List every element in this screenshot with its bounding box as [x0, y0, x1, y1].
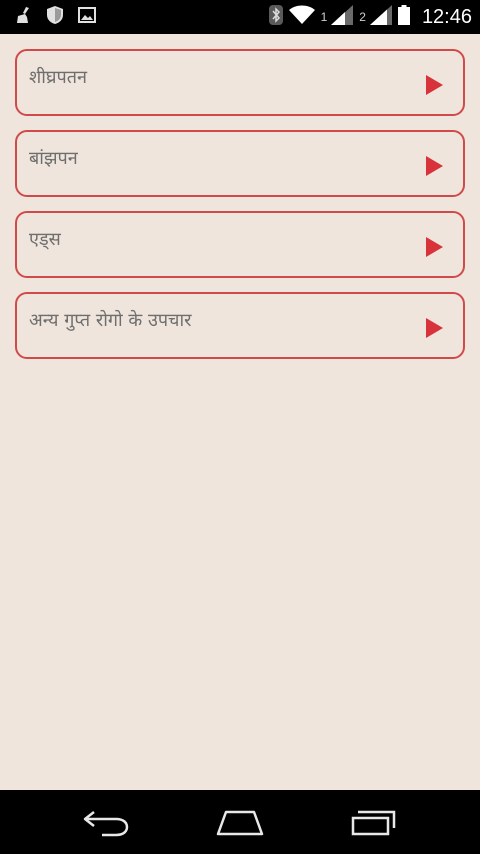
menu-item-label: बांझपन: [29, 148, 78, 169]
battery-icon: [397, 5, 410, 29]
image-icon: [78, 7, 96, 27]
navigation-bar: [0, 790, 480, 854]
menu-item-label: एड्स: [29, 229, 61, 250]
menu-item-infertility[interactable]: बांझपन: [15, 130, 465, 197]
wifi-icon: [288, 5, 315, 29]
notification-icons: [0, 5, 96, 29]
arrow-right-icon: [426, 318, 443, 338]
arrow-right-icon: [426, 75, 443, 95]
menu-item-other-treatments[interactable]: अन्य गुप्त रोगो के उपचार: [15, 292, 465, 359]
signal-icon: [369, 5, 392, 29]
arrow-right-icon: [426, 237, 443, 257]
menu-item-label: शीघ्रपतन: [29, 67, 88, 88]
broom-icon: [16, 6, 32, 28]
back-icon[interactable]: [82, 808, 130, 842]
home-icon[interactable]: [214, 808, 266, 842]
system-icons: 1 2 12:46: [268, 5, 480, 29]
arrow-right-icon: [426, 156, 443, 176]
signal-icon: [331, 5, 354, 29]
menu-item-premature-ejaculation[interactable]: शीघ्रपतन: [15, 49, 465, 116]
sim2-label: 2: [359, 10, 366, 24]
menu-item-label: अन्य गुप्त रोगो के उपचार: [29, 310, 192, 331]
status-clock: 12:46: [421, 5, 472, 28]
sim1-label: 1: [320, 10, 328, 24]
menu-item-aids[interactable]: एड्स: [15, 211, 465, 278]
bluetooth-icon: [268, 5, 283, 29]
menu-list: शीघ्रपतन बांझपन एड्स अन्य गुप्त रोगो के …: [15, 49, 465, 373]
shield-icon: [46, 5, 64, 29]
status-bar: 1 2 12:46: [0, 0, 480, 34]
recent-apps-icon[interactable]: [350, 808, 398, 842]
